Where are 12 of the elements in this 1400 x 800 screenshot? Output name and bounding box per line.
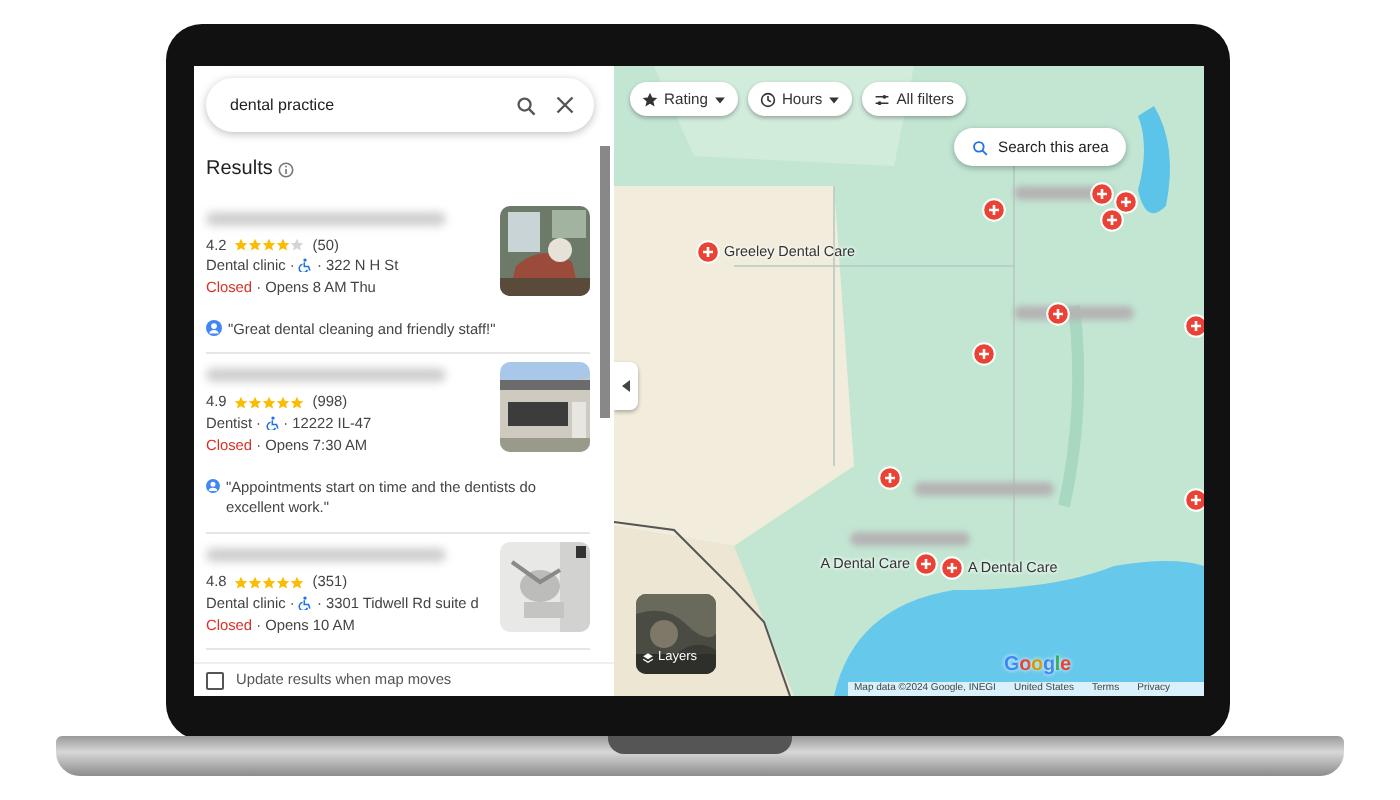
- info-icon: [278, 162, 295, 179]
- search-icon[interactable]: [516, 95, 536, 115]
- search-field[interactable]: dental practice: [226, 91, 496, 119]
- avatar-icon: [206, 477, 220, 494]
- update-checkbox[interactable]: [206, 671, 224, 689]
- wheelchair-icon: [298, 258, 313, 273]
- wheelchair-icon: [265, 416, 280, 431]
- wheelchair-icon: [298, 595, 313, 610]
- scrollbar-thumb[interactable]: [600, 146, 610, 418]
- results-heading: Results: [206, 156, 273, 184]
- close-icon[interactable]: [556, 96, 574, 114]
- avatar-icon: [206, 319, 222, 336]
